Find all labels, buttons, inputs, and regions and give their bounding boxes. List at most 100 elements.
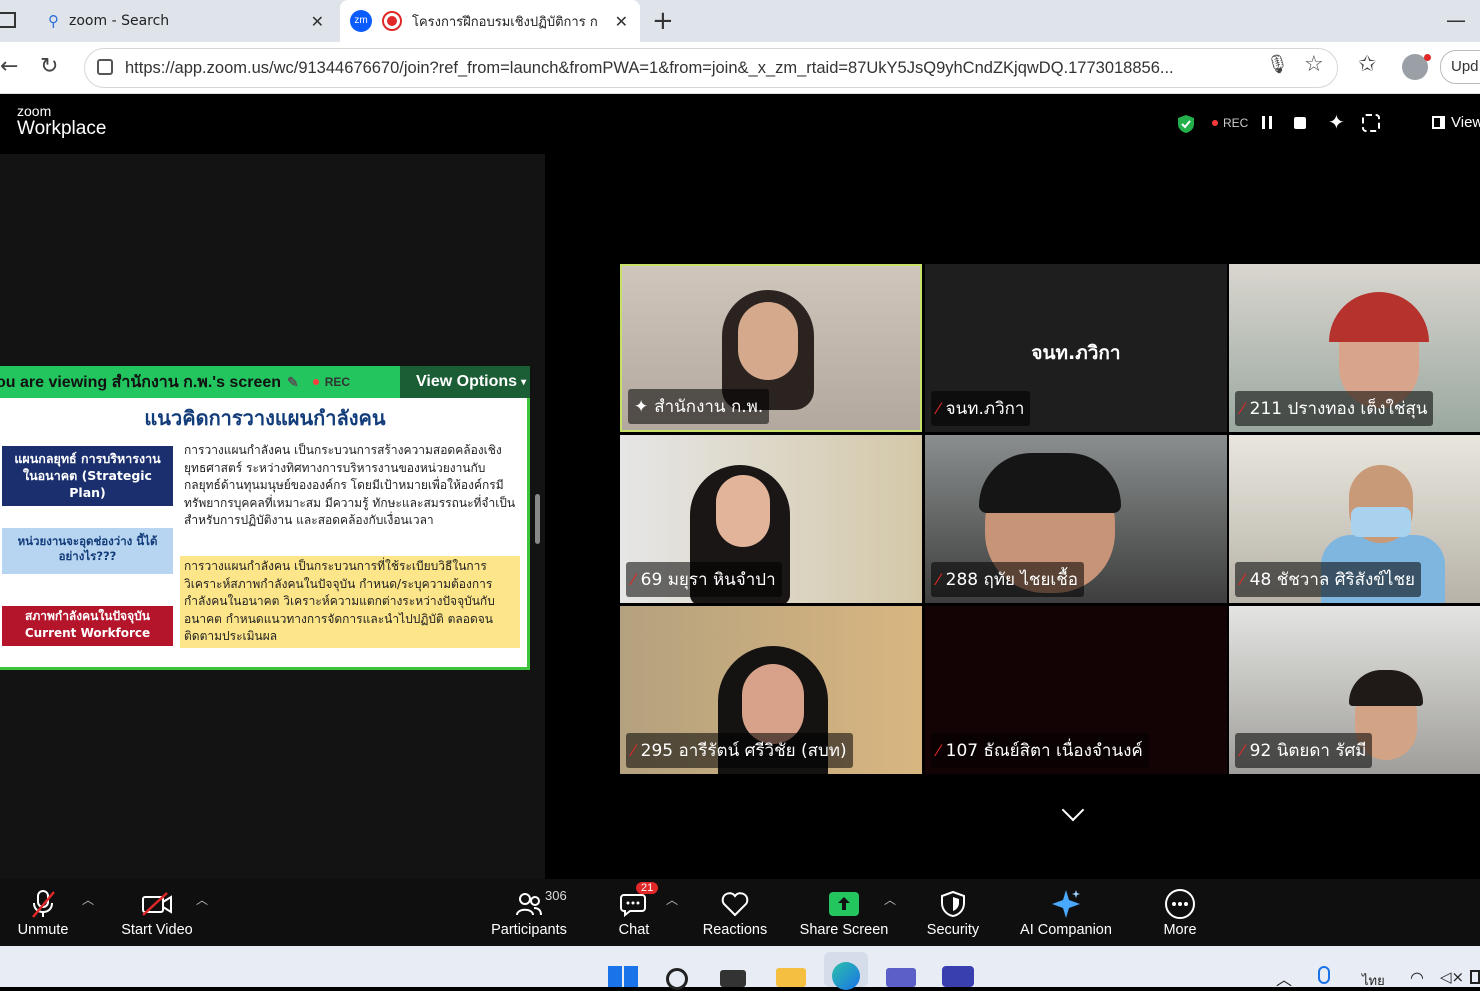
view-options-button[interactable]: View Options ▾: [400, 366, 530, 398]
profile-alert-dot: [1424, 54, 1431, 61]
recording-icon: [382, 11, 402, 31]
security-shield-icon: [940, 886, 966, 922]
participant-nametag: ⁄ 92 นิตยดา รัศมี: [1235, 733, 1373, 768]
minimize-icon[interactable]: —: [1446, 8, 1466, 32]
participants-icon: 306: [515, 886, 567, 922]
video-tile[interactable]: ⁄ 295 อารีรัตน์ ศรีวิชัย (สบท): [620, 606, 922, 774]
chevron-down-icon[interactable]: [1061, 798, 1085, 822]
reload-icon[interactable]: ↻: [40, 54, 58, 79]
microphone-icon[interactable]: 🎙: [1266, 54, 1289, 75]
participant-nametag: ✦ สำนักงาน ก.พ.: [628, 389, 770, 424]
tab-zoom-meeting[interactable]: zm โครงการฝึกอบรมเชิงปฏิบัติการ ก ✕: [340, 0, 640, 42]
share-screen-icon: [829, 886, 859, 922]
video-tile[interactable]: จนท.ภวิกา ⁄ จนท.ภวิกา: [925, 264, 1227, 432]
muted-mic-icon: ⁄: [937, 741, 940, 760]
rec-dot-icon: [1212, 120, 1218, 126]
microphone-muted-icon: [30, 886, 56, 922]
teams-icon[interactable]: [886, 968, 916, 987]
participant-nametag: ⁄ 48 ชัชวาล ศิริสังข์ไชย: [1235, 562, 1421, 597]
pause-recording-icon[interactable]: [1262, 116, 1272, 129]
favorite-star-icon[interactable]: ☆: [1304, 52, 1324, 77]
ai-companion-button[interactable]: AI Companion: [1012, 879, 1120, 946]
participant-face: [742, 664, 804, 744]
video-off-icon: [141, 886, 173, 922]
slide-title: แนวคิดการวางแผนกำลังคน: [144, 406, 386, 430]
participant-nametag: ⁄ 211 ปรางทอง เต็งใช่สุน: [1235, 391, 1434, 426]
video-tile[interactable]: ⁄ 288 ฤทัย ไชยเชื้อ: [925, 435, 1227, 603]
face-mask: [1351, 507, 1411, 537]
tab-actions-icon[interactable]: [0, 12, 16, 28]
back-icon[interactable]: ←: [0, 54, 18, 79]
show-hidden-icons-icon[interactable]: ︿: [1276, 966, 1292, 990]
battery-icon[interactable]: [1470, 970, 1480, 984]
apps-icon[interactable]: [1362, 114, 1380, 132]
site-info-icon[interactable]: [97, 59, 113, 75]
participant-hair: [1329, 292, 1429, 342]
sparkle-icon[interactable]: ✦: [1328, 110, 1345, 134]
video-options-caret-icon[interactable]: ︿: [196, 891, 208, 908]
chat-button[interactable]: 21 Chat: [606, 879, 662, 946]
video-tile[interactable]: ⁄ 107 ธัณย์สิตา เนื่องจำนงค์: [925, 606, 1227, 774]
volume-muted-icon[interactable]: ◁×: [1440, 968, 1464, 986]
update-button[interactable]: Upd: [1440, 50, 1480, 84]
chat-unread-badge: 21: [636, 882, 659, 894]
browser-tab-bar: ⚲ zoom - Search ✕ zm โครงการฝึกอบรมเชิงป…: [0, 0, 1480, 42]
new-tab-icon[interactable]: +: [652, 6, 674, 36]
task-view-icon[interactable]: [720, 970, 746, 987]
rec-dot-icon: [312, 379, 319, 385]
reactions-button[interactable]: Reactions: [696, 879, 774, 946]
meeting-toolbar: Unmute ︿ Start Video ︿ 306 Participants …: [0, 879, 1480, 946]
tab-zoom-search[interactable]: ⚲ zoom - Search ✕: [36, 0, 336, 42]
view-grid-icon: [1432, 116, 1445, 129]
start-video-button[interactable]: Start Video: [112, 879, 202, 946]
url-field[interactable]: https://app.zoom.us/wc/91344676670/join?…: [84, 48, 1338, 88]
video-tile[interactable]: ⁄ 211 ปรางทอง เต็งใช่สุน: [1229, 264, 1480, 432]
participant-nametag: ⁄ 295 อารีรัตน์ ศรีวิชัย (สบท): [626, 733, 853, 768]
zoom-favicon-icon: zm: [350, 10, 372, 32]
encryption-shield-icon[interactable]: [1177, 114, 1195, 134]
slide-paragraph-1: การวางแผนกำลังคน เป็นกระบวนการสร้างความส…: [184, 443, 516, 527]
start-menu-icon[interactable]: [608, 966, 638, 987]
browser-address-bar: ← ↻ https://app.zoom.us/wc/91344676670/j…: [0, 42, 1480, 94]
close-tab-icon[interactable]: ✕: [311, 12, 324, 31]
file-explorer-icon[interactable]: [776, 968, 806, 987]
participants-count: 306: [545, 888, 567, 903]
participant-nametag: ⁄ 107 ธัณย์สิตา เนื่องจำนงค์: [931, 733, 1149, 768]
video-tile[interactable]: ⁄ 92 นิตยดา รัศมี: [1229, 606, 1480, 774]
participant-hair: [1349, 670, 1423, 706]
video-tile[interactable]: ⁄ 48 ชัชวาล ศิริสังข์ไชย: [1229, 435, 1480, 603]
edge-browser-icon[interactable]: [824, 952, 868, 990]
viewing-text: ou are viewing สำนักงาน ก.พ.'s screen: [0, 373, 282, 391]
zoom-top-bar: zoom Workplace REC ✦ View: [0, 94, 1480, 154]
share-options-caret-icon[interactable]: ︿: [884, 891, 896, 908]
security-button[interactable]: Security: [918, 879, 988, 946]
slide-box-current-workforce: สภาพกำลังคนในปัจจุบัน Current Workforce: [2, 606, 173, 646]
more-button[interactable]: More: [1150, 879, 1210, 946]
share-screen-button[interactable]: Share Screen: [796, 879, 892, 946]
favorites-list-icon[interactable]: ✩: [1358, 52, 1376, 77]
wifi-icon[interactable]: ◠: [1410, 968, 1424, 987]
participant-face: [738, 302, 798, 380]
audio-options-caret-icon[interactable]: ︿: [82, 891, 94, 908]
stop-recording-icon[interactable]: [1294, 117, 1306, 129]
video-tile[interactable]: ⁄ 69 มยุรา หินจำปา: [620, 435, 922, 603]
view-button[interactable]: View: [1432, 114, 1480, 131]
screen-share-pane: ou are viewing สำนักงาน ก.พ.'s screen ✎ …: [0, 154, 545, 879]
recording-indicator[interactable]: REC: [1212, 116, 1248, 130]
language-indicator[interactable]: ไทย: [1362, 970, 1385, 991]
unmute-button[interactable]: Unmute: [8, 879, 78, 946]
close-tab-icon[interactable]: ✕: [615, 12, 628, 31]
muted-mic-icon: ⁄: [937, 399, 940, 418]
zoom-meeting-window: zoom Workplace REC ✦ View ou are viewing…: [0, 94, 1480, 946]
participant-nametag: ⁄ จนท.ภวิกา: [931, 391, 1031, 426]
scrollbar-thumb[interactable]: [535, 494, 540, 544]
shared-slide: แนวคิดการวางแผนกำลังคน แผนกลยุทธ์ การบริ…: [0, 398, 530, 670]
windows-taskbar: ︿ ไทย ◠ ◁×: [0, 946, 1480, 990]
taskbar-microphone-icon[interactable]: [1318, 966, 1330, 984]
participants-button[interactable]: 306 Participants: [486, 879, 572, 946]
app-icon[interactable]: [942, 966, 974, 987]
chevron-down-icon: ▾: [521, 376, 527, 388]
chat-options-caret-icon[interactable]: ︿: [666, 891, 678, 908]
slide-paragraph-2: การวางแผนกำลังคน เป็นกระบวนการที่ใช้ระเบ…: [180, 556, 520, 648]
video-tile[interactable]: ✦ สำนักงาน ก.พ.: [620, 264, 922, 432]
